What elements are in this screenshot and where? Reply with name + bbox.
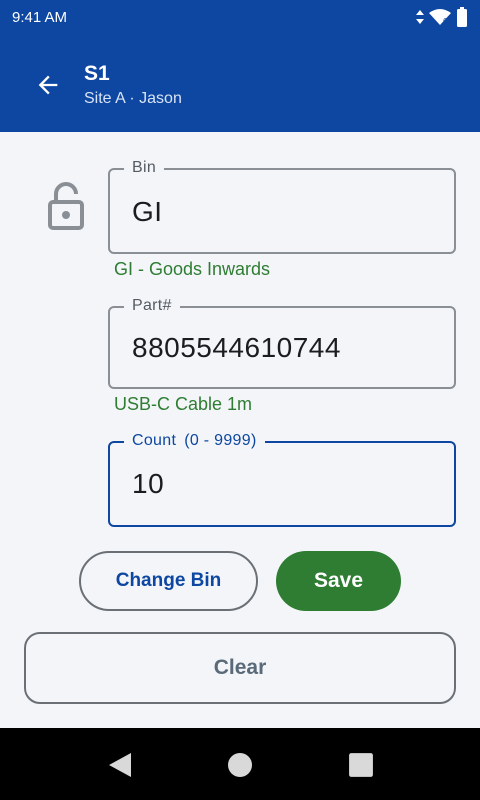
count-range: (0 - 9999) — [184, 432, 257, 449]
status-time: 9:41 AM — [12, 9, 68, 26]
change-bin-button[interactable]: Change Bin — [79, 551, 258, 611]
bin-helper-text: GI - Goods Inwards — [114, 259, 271, 279]
status-bar: 9:41 AM 6 — [0, 0, 480, 36]
bin-lock-toggle[interactable] — [46, 182, 86, 230]
wifi-icon: 6 — [429, 9, 451, 26]
app-bar: S1 Site A · Jason — [0, 36, 480, 132]
arrow-back-icon — [38, 75, 58, 95]
battery-icon — [457, 7, 467, 27]
network-badge: 6 — [443, 17, 448, 26]
page-subtitle: Site A · Jason — [84, 90, 182, 107]
data-arrows-icon — [416, 10, 424, 24]
part-number-field[interactable]: Part# 8805544610744 — [108, 297, 456, 389]
count-label: Count — [132, 432, 177, 449]
back-button[interactable] — [32, 69, 64, 101]
part-number-field-value: 8805544610744 — [132, 332, 341, 363]
bin-field-value: GI — [132, 196, 163, 227]
nav-home-icon[interactable] — [227, 752, 253, 778]
nav-recents-icon[interactable] — [348, 752, 374, 778]
count-field-value: 10 — [132, 468, 165, 499]
part-helper-text: USB-C Cable 1m — [114, 394, 253, 414]
bin-field[interactable]: Bin GI — [108, 159, 456, 254]
lock-open-icon — [48, 182, 84, 230]
bin-field-label: Bin — [124, 159, 165, 177]
part-number-field-label: Part# — [124, 297, 180, 315]
status-icons: 6 — [416, 6, 468, 28]
clear-button[interactable]: Clear — [24, 632, 456, 704]
save-button[interactable]: Save — [276, 551, 401, 611]
count-field[interactable]: Count (0 - 9999) 10 — [108, 432, 456, 527]
system-nav-bar — [0, 728, 480, 800]
nav-back-icon[interactable] — [107, 752, 133, 778]
count-field-label: Count (0 - 9999) — [124, 432, 265, 450]
page-title: S1 — [84, 62, 110, 85]
